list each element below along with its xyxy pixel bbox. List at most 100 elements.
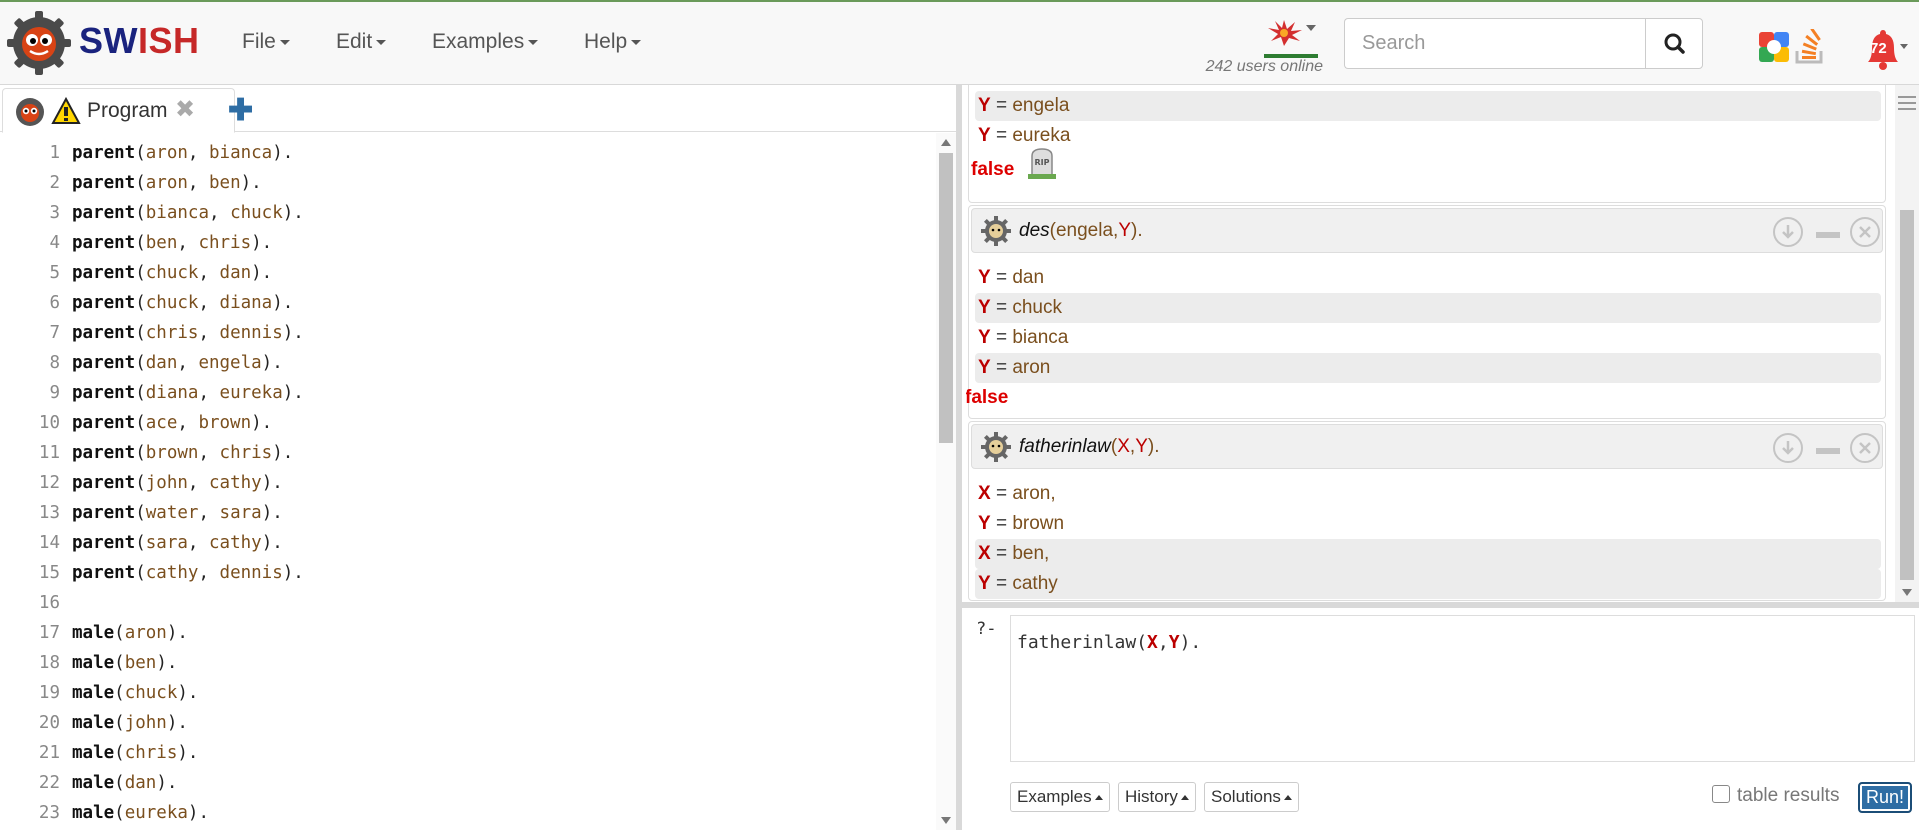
minimize-icon[interactable]: [1816, 448, 1840, 454]
answer-row: Y = dan: [978, 267, 1045, 288]
answer-value: engela: [1012, 95, 1070, 116]
code-text: parent(ben, chris).: [72, 233, 273, 253]
tab-bar: Program ✖ ✚: [0, 85, 956, 133]
code-text: parent(water, sara).: [72, 503, 283, 523]
answer-row: Y = aron: [975, 353, 1881, 383]
code-line[interactable]: 9 parent(diana, eureka).: [0, 378, 930, 408]
line-number: 5: [49, 263, 60, 283]
stackoverflow-icon[interactable]: [1794, 29, 1826, 65]
answer-row: Y = chuck: [975, 293, 1881, 323]
code-line[interactable]: 12 parent(john, cathy).: [0, 468, 930, 498]
answer-var: Y: [978, 95, 991, 116]
answers-scrollbar[interactable]: [1895, 85, 1919, 602]
editor-scrollbar[interactable]: [936, 133, 956, 830]
brand-part-sw: SW: [79, 20, 138, 61]
code-line[interactable]: 2 parent(aron, ben).: [0, 168, 930, 198]
code-line[interactable]: 5 parent(chuck, dan).: [0, 258, 930, 288]
table-results-checkbox[interactable]: [1712, 785, 1730, 803]
code-line[interactable]: 3 parent(bianca, chuck).: [0, 198, 930, 228]
minimize-icon[interactable]: [1816, 232, 1840, 238]
history-button[interactable]: History: [1118, 782, 1196, 812]
scroll-down-icon[interactable]: [1902, 589, 1912, 596]
search-input[interactable]: [1344, 18, 1645, 69]
code-text: parent(dan, engela).: [72, 353, 283, 373]
brand-title[interactable]: SWISH: [79, 20, 200, 62]
chevron-up-icon: [1180, 795, 1189, 801]
panel-divider[interactable]: [962, 602, 1919, 608]
line-number: 15: [38, 563, 60, 583]
code-line[interactable]: 19 male(chuck).: [0, 678, 930, 708]
code-line[interactable]: 20 male(john).: [0, 708, 930, 738]
menu-help[interactable]: Help: [584, 30, 642, 54]
solutions-button[interactable]: Solutions: [1204, 782, 1299, 812]
code-line[interactable]: 22 male(dan).: [0, 768, 930, 798]
run-button[interactable]: Run!: [1858, 782, 1912, 813]
line-number: 3: [49, 203, 60, 223]
line-number: 21: [38, 743, 60, 763]
code-line[interactable]: 21 male(chris).: [0, 738, 930, 768]
code-line[interactable]: 4 parent(ben, chris).: [0, 228, 930, 258]
code-line[interactable]: 16: [0, 588, 930, 618]
answer-row: Y = bianca: [978, 327, 1069, 348]
menu-examples[interactable]: Examples: [432, 30, 539, 54]
close-icon[interactable]: ✖: [175, 95, 195, 124]
editor-scrollbar-thumb[interactable]: [939, 153, 953, 443]
code-text: male(eureka).: [72, 803, 209, 823]
search-button[interactable]: [1645, 18, 1703, 69]
chevron-down-icon: [631, 39, 642, 45]
runner-fatherinlaw: fatherinlaw(X,Y). X = aron, Y = brown X …: [968, 421, 1886, 601]
google-login-icon[interactable]: [1759, 32, 1789, 62]
close-runner-icon[interactable]: [1850, 433, 1880, 463]
code-line[interactable]: 13 parent(water, sara).: [0, 498, 930, 528]
code-text: male(chuck).: [72, 683, 199, 703]
table-results-toggle[interactable]: table results: [1712, 785, 1839, 807]
answers-scrollbar-thumb[interactable]: [1900, 210, 1914, 580]
download-icon[interactable]: [1773, 217, 1803, 247]
scroll-down-icon[interactable]: [941, 817, 951, 824]
code-line[interactable]: 10 parent(ace, brown).: [0, 408, 930, 438]
code-text: parent(brown, chris).: [72, 443, 294, 463]
add-tab-icon[interactable]: ✚: [228, 93, 253, 128]
swish-logo-icon[interactable]: [6, 10, 72, 76]
code-line[interactable]: 6 parent(chuck, diana).: [0, 288, 930, 318]
answer-row: X = aron,: [978, 483, 1056, 504]
code-line[interactable]: 17 male(aron).: [0, 618, 930, 648]
chevron-down-icon: [376, 39, 387, 45]
code-line[interactable]: 14 parent(sara, cathy).: [0, 528, 930, 558]
users-online-count: 242 users online: [1205, 58, 1323, 75]
user-profile-dropdown[interactable]: [1262, 16, 1320, 60]
runner-header: des(engela,Y).: [971, 208, 1883, 253]
answer-row: X = ben,: [975, 539, 1881, 569]
code-text: parent(sara, cathy).: [72, 533, 283, 553]
scroll-up-icon[interactable]: [941, 139, 951, 146]
code-text: male(john).: [72, 713, 188, 733]
code-text: male(chris).: [72, 743, 199, 763]
code-line[interactable]: 18 male(ben).: [0, 648, 930, 678]
code-line[interactable]: 7 parent(chris, dennis).: [0, 318, 930, 348]
line-number: 16: [38, 593, 60, 613]
code-line[interactable]: 11 parent(brown, chris).: [0, 438, 930, 468]
query-input[interactable]: fatherinlaw(X,Y).: [1010, 615, 1915, 762]
tab-program[interactable]: Program ✖ ✚: [2, 88, 253, 133]
brand-part-i: I: [138, 20, 149, 61]
line-number: 9: [49, 383, 60, 403]
menu-hamburger-icon[interactable]: [1896, 93, 1918, 113]
answer-false: false: [971, 159, 1015, 180]
code-text: male(dan).: [72, 773, 178, 793]
line-number: 17: [38, 623, 60, 643]
code-line[interactable]: 15 parent(cathy, dennis).: [0, 558, 930, 588]
code-text: male(aron).: [72, 623, 188, 643]
code-line[interactable]: 1 parent(aron, bianca).: [0, 138, 930, 168]
code-text: parent(diana, eureka).: [72, 383, 304, 403]
code-line[interactable]: 8 parent(dan, engela).: [0, 348, 930, 378]
menu-file[interactable]: File: [242, 30, 290, 54]
notifications-button[interactable]: 72: [1858, 26, 1908, 74]
examples-button[interactable]: Examples: [1010, 782, 1110, 812]
line-number: 14: [38, 533, 60, 553]
line-number: 18: [38, 653, 60, 673]
code-editor[interactable]: 1 parent(aron, bianca). 2 parent(aron, ben)…: [0, 133, 956, 830]
download-icon[interactable]: [1773, 433, 1803, 463]
menu-edit[interactable]: Edit: [336, 30, 387, 54]
close-runner-icon[interactable]: [1850, 217, 1880, 247]
code-line[interactable]: 23 male(eureka).: [0, 798, 930, 828]
